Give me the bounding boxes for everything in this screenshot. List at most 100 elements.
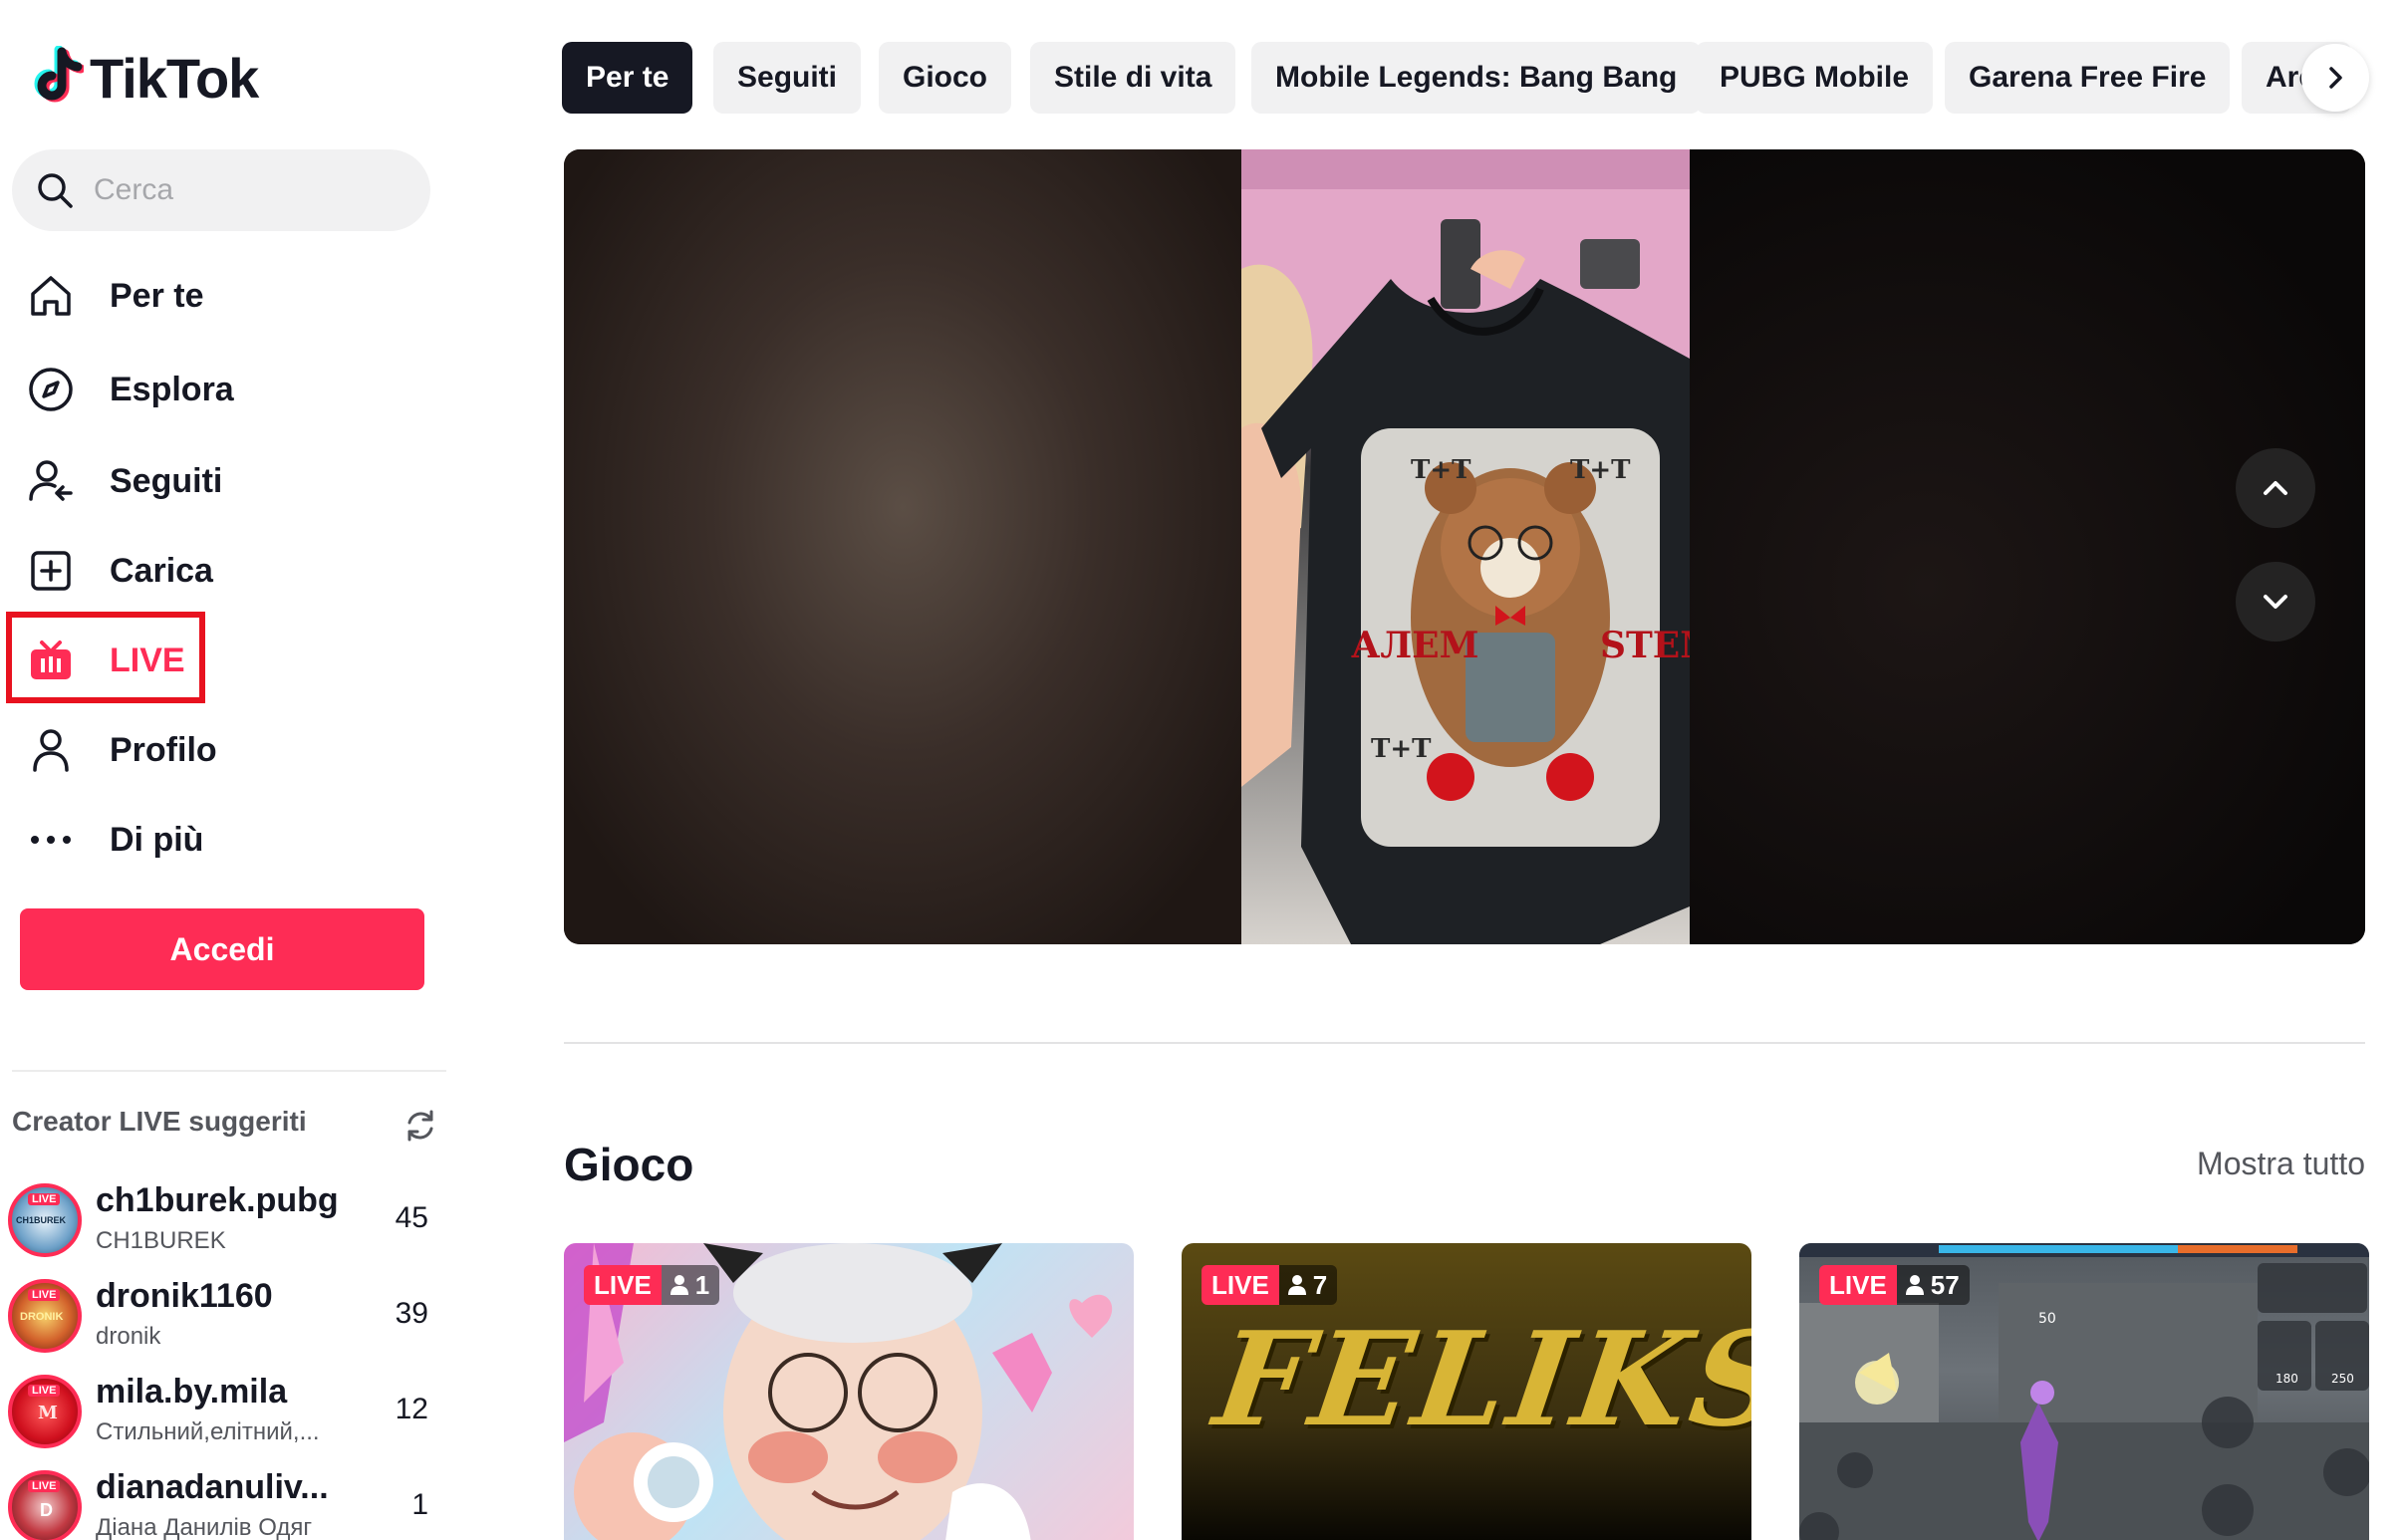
viewer-count: 57 — [1896, 1265, 1970, 1305]
live-label: LIVE — [584, 1265, 662, 1305]
logo-text: TikTok — [90, 46, 259, 110]
chevron-down-icon — [2264, 595, 2287, 609]
viewer-count: 1 — [661, 1265, 720, 1305]
creator-subtitle: dronik — [96, 1323, 161, 1350]
live-tag: LIVE — [28, 1289, 61, 1301]
chevron-right-icon — [2329, 67, 2342, 89]
print-text: STEM — [1600, 625, 1690, 666]
avatar-text: DRONIK — [20, 1311, 64, 1323]
avatar: LIVE DRONIK — [8, 1279, 82, 1353]
suggested-creators-title: Creator LIVE suggeriti — [12, 1106, 307, 1137]
print-text: T+T — [1411, 455, 1471, 485]
nav-label: Di più — [110, 820, 204, 859]
suggested-creator-item[interactable]: LIVE D dianadanuliv... Діана Данилів Одя… — [8, 1466, 446, 1540]
creator-subtitle: CH1BUREK — [96, 1227, 226, 1254]
viewer-count: 39 — [395, 1297, 428, 1330]
nav-item-carica[interactable]: Carica — [26, 536, 213, 606]
creator-name: dronik1160 — [96, 1277, 273, 1315]
tab-gioco[interactable]: Gioco — [879, 42, 1012, 114]
home-icon — [26, 271, 76, 321]
tab-per-te[interactable]: Per te — [562, 42, 693, 114]
viewer-count: 7 — [1278, 1265, 1338, 1305]
live-badge: LIVE 1 — [584, 1265, 720, 1305]
live-badge: LIVE 7 — [1202, 1265, 1338, 1305]
avatar-text: CH1BUREK — [16, 1215, 67, 1225]
avatar: LIVE CH1BUREK — [8, 1183, 82, 1257]
hud-text: 250 — [2331, 1372, 2354, 1386]
live-video-frame: T+T T+T T+T АЛЕМ STEM — [1241, 149, 1720, 944]
viewer-count: 12 — [395, 1393, 428, 1425]
nav-item-per-te[interactable]: Per te — [26, 261, 204, 331]
creator-subtitle: Діана Данилів Одяг — [96, 1514, 313, 1540]
live-highlight-box — [6, 612, 205, 703]
search-bar[interactable] — [12, 149, 430, 231]
live-label: LIVE — [1202, 1265, 1279, 1305]
suggested-creator-item[interactable]: LIVE DRONIK dronik1160 dronik 39 — [8, 1275, 446, 1359]
blurred-background-right — [1690, 149, 2365, 944]
viewer-count: 1 — [411, 1488, 428, 1521]
live-tag: LIVE — [28, 1480, 61, 1492]
upload-icon — [26, 546, 76, 596]
live-card[interactable]: 180 250 50 LIVE 57 — [1799, 1243, 2369, 1540]
compass-icon — [26, 365, 76, 414]
search-icon — [38, 173, 73, 208]
overlay-text: FELIKS — [1206, 1303, 1751, 1455]
live-tag: LIVE — [28, 1193, 61, 1205]
tab-garena-free-fire[interactable]: Garena Free Fire — [1945, 42, 2231, 114]
live-label: LIVE — [1819, 1265, 1897, 1305]
search-input[interactable] — [94, 173, 412, 207]
creator-name: dianadanuliv... — [96, 1468, 329, 1506]
login-button[interactable]: Accedi — [20, 908, 424, 990]
avatar: LIVE M — [8, 1375, 82, 1448]
next-live-button[interactable] — [2236, 562, 2315, 642]
viewer-number: 57 — [1930, 1270, 1960, 1300]
avatar-text: D — [40, 1500, 53, 1520]
live-player[interactable]: T+T T+T T+T АЛЕМ STEM — [564, 149, 2365, 944]
live-card[interactable]: LIVE 1 — [564, 1243, 1134, 1540]
sidebar-divider — [12, 1070, 446, 1072]
chevron-up-icon — [2264, 481, 2287, 495]
person-icon — [669, 1275, 688, 1295]
section-divider — [564, 1042, 2365, 1044]
tiktok-note-icon — [34, 46, 84, 103]
live-card[interactable]: FELIKS LIVE 7 — [1182, 1243, 1751, 1540]
blurred-background-left — [564, 149, 1241, 944]
nav-item-seguiti[interactable]: Seguiti — [26, 446, 222, 516]
hud-text: 180 — [2275, 1372, 2298, 1386]
viewer-number: 7 — [1312, 1270, 1328, 1300]
creator-name: ch1burek.pubg — [96, 1181, 339, 1219]
nav-item-profilo[interactable]: Profilo — [26, 715, 217, 785]
nav-item-esplora[interactable]: Esplora — [26, 355, 234, 424]
viewer-count: 45 — [395, 1201, 428, 1234]
suggested-creator-item[interactable]: LIVE CH1BUREK ch1burek.pubg CH1BUREK 45 — [8, 1179, 446, 1263]
more-icon — [26, 815, 76, 865]
tab-pubg-mobile[interactable]: PUBG Mobile — [1696, 42, 1934, 114]
avatar: LIVE D — [8, 1470, 82, 1540]
show-all-link[interactable]: Mostra tutto — [2197, 1146, 2365, 1182]
print-text: T+T — [1371, 734, 1432, 764]
hud-text: 50 — [2038, 1311, 2056, 1327]
nav-item-di-piu[interactable]: Di più — [26, 805, 203, 875]
profile-icon — [26, 725, 76, 775]
following-icon — [26, 456, 76, 506]
print-text: АЛЕМ — [1351, 625, 1478, 666]
nav-label: Per te — [110, 276, 204, 315]
previous-live-button[interactable] — [2236, 448, 2315, 528]
tab-stile-di-vita[interactable]: Stile di vita — [1030, 42, 1236, 114]
print-text: T+T — [1570, 455, 1631, 485]
viewer-number: 1 — [694, 1270, 710, 1300]
tiktok-logo[interactable]: TikTok — [28, 42, 259, 114]
live-badge: LIVE 57 — [1819, 1265, 1970, 1305]
sidebar: TikTok Per te Esplora Seguiti Carica — [0, 0, 458, 1540]
person-icon — [1905, 1275, 1924, 1295]
next-categories-button[interactable] — [2301, 44, 2369, 112]
nav-label: Profilo — [110, 730, 217, 769]
tab-mobile-legends[interactable]: Mobile Legends: Bang Bang — [1251, 42, 1702, 114]
person-icon — [1287, 1275, 1306, 1295]
refresh-icon[interactable] — [402, 1108, 438, 1144]
nav-label: Esplora — [110, 370, 234, 408]
video-scene: T+T T+T T+T АЛЕМ STEM — [1241, 149, 1720, 944]
live-tag: LIVE — [28, 1385, 61, 1397]
suggested-creator-item[interactable]: LIVE M mila.by.mila Стильний,елітний,...… — [8, 1371, 446, 1454]
tab-seguiti[interactable]: Seguiti — [713, 42, 862, 114]
